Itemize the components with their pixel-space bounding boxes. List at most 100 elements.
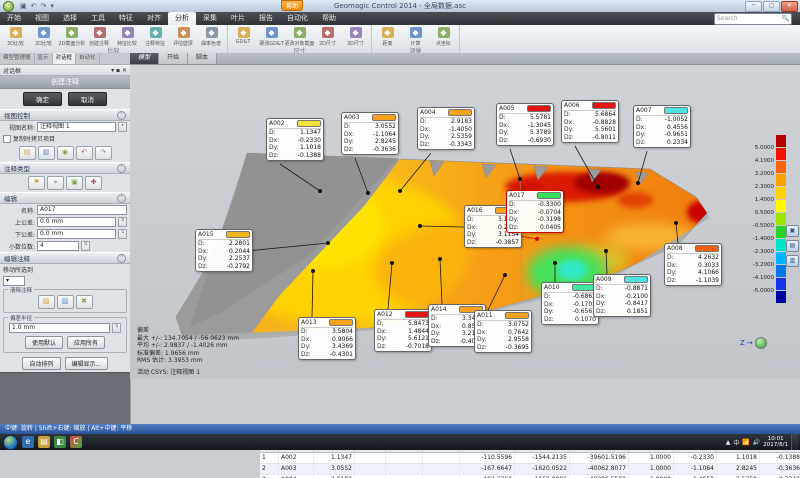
leader-dot-A003[interactable]	[366, 191, 370, 195]
ribbon-button-计算[interactable]: ◆计算	[402, 26, 429, 47]
clear-selected-annotation-icon[interactable]: ▧	[38, 295, 55, 309]
ribbon-button-硬测GD&T[interactable]: ◆硬测GD&T	[258, 26, 285, 47]
ribbon-tab-叶片[interactable]: 叶片	[224, 12, 252, 25]
lower-tol-spinner[interactable]: ⇅	[118, 229, 127, 239]
leader-dot-A016[interactable]	[418, 224, 422, 228]
leader-dot-A014[interactable]	[438, 257, 442, 261]
annotation-label-A006[interactable]: A006D:5.6864Dx:-0.8828Dy:5.5601Dz:-0.801…	[561, 100, 619, 143]
volume-icon[interactable]: 🔊	[753, 439, 760, 446]
view-option-icon[interactable]: ▥	[786, 255, 799, 267]
annotation-label-A007[interactable]: A007D:-1.0052Dx:0.4556Dy:-0.9651Dz:0.233…	[633, 105, 691, 148]
leader-dot-A010[interactable]	[553, 261, 557, 265]
ribbon-button-更改对象截面[interactable]: ◆更改对象截面	[286, 26, 313, 47]
view-option-icon[interactable]: ▤	[786, 240, 799, 252]
capture-view-icon[interactable]: ◉	[57, 146, 74, 160]
restore-view-icon[interactable]: ↶	[76, 146, 93, 160]
annotation-label-A002[interactable]: A002D:1.1347Dx:-0.2330Dy:1.1018Dz:-0.138…	[266, 118, 324, 161]
maximize-button[interactable]: ◻	[763, 1, 780, 12]
upper-tol-field[interactable]: 0.0 mm	[37, 217, 116, 227]
ribbon-button-曲率色谱[interactable]: ◆曲率色谱	[198, 26, 225, 47]
assistant-badge[interactable]: 易助	[281, 0, 303, 11]
ribbon-button-创建注释[interactable]: ◆创建注释	[86, 26, 113, 47]
ribbon-button-GD&T[interactable]: ◆GD&T	[230, 26, 257, 45]
ribbon-button-特征比较[interactable]: ◆特征比较	[114, 26, 141, 47]
ribbon-tab-采集[interactable]: 采集	[196, 12, 224, 25]
section-edit-annotation[interactable]: 编辑注释 ⌃	[0, 252, 130, 264]
taskbar-app-chrome-icon[interactable]: C	[70, 436, 82, 448]
ribbon-button-2D比较[interactable]: ◆2D比较	[30, 26, 57, 47]
tray-expand-icon[interactable]: ▲	[726, 439, 731, 446]
viewport-tab-开始[interactable]: 开始	[159, 53, 188, 64]
annotation-label-A004[interactable]: A004D:2.9183Dx:-1.4050Dy:2.5359Dz:-0.334…	[417, 107, 475, 150]
ribbon-tab-选择[interactable]: 选择	[56, 12, 84, 25]
search-icon[interactable]: 🔍	[782, 14, 789, 24]
ribbon-button-3D比较[interactable]: ◆3D比较	[2, 26, 29, 47]
ribbon-button-2D截面分析[interactable]: ◆2D截面分析	[58, 26, 85, 47]
apply-all-button[interactable]: 应用所有	[67, 336, 105, 349]
ribbon-tab-帮助[interactable]: 帮助	[315, 12, 343, 25]
panel-tab-对话框[interactable]: 对话框	[53, 53, 77, 64]
ribbon-tab-开始[interactable]: 开始	[0, 12, 28, 25]
ribbon-tab-分析[interactable]: 分析	[168, 12, 196, 25]
minimize-button[interactable]: ─	[745, 1, 762, 12]
move-target-select[interactable]: ▾	[3, 276, 25, 286]
collapse-icon[interactable]: ⌃	[117, 254, 126, 263]
taskbar-clock[interactable]: 10:01 2017/8/1	[763, 436, 788, 449]
deviation-annotation-icon[interactable]: ⚑	[28, 176, 45, 190]
deviation-radius-spinner[interactable]: ⇅	[112, 323, 121, 333]
leader-dot-A008[interactable]	[674, 221, 678, 225]
annotation-label-A003[interactable]: A003D:3.0552Dx:-1.1064Dy:2.8245Dz:-0.363…	[341, 112, 399, 155]
next-view-icon[interactable]: ↷	[95, 146, 112, 160]
ribbon-tab-视图[interactable]: 视图	[28, 12, 56, 25]
viewport-tab-脚本[interactable]: 脚本	[188, 53, 217, 64]
panel-tab-显示[interactable]: 显示	[35, 53, 53, 64]
ribbon-tab-自动化[interactable]: 自动化	[280, 12, 315, 25]
section-annotation-type[interactable]: 注释类型 ⌃	[0, 162, 130, 174]
ribbon-button-评估壁厚[interactable]: ◆评估壁厚	[170, 26, 197, 47]
close-button[interactable]: ✕	[781, 1, 798, 12]
collapse-icon[interactable]: ⌃	[117, 164, 126, 173]
taskbar-app-ie-icon[interactable]: e	[22, 436, 34, 448]
clear-page-annotation-icon[interactable]: ▨	[57, 295, 74, 309]
save-all-views-icon[interactable]: ▥	[38, 146, 55, 160]
leader-dot-A017[interactable]	[535, 237, 539, 241]
section-edit[interactable]: 编辑 ⌃	[0, 192, 130, 204]
ribbon-button-注释特征[interactable]: ◆注释特征	[142, 26, 169, 47]
ime-indicator[interactable]: 中	[733, 438, 739, 447]
viewport-tab-模型[interactable]: 模型	[130, 53, 159, 64]
name-field[interactable]: A017	[37, 205, 127, 215]
leader-dot-A006[interactable]	[596, 185, 600, 189]
view-option-icon[interactable]: ▣	[786, 225, 799, 237]
leader-dot-A009[interactable]	[604, 249, 608, 253]
show-desktop-button[interactable]	[791, 434, 798, 450]
annotation-label-A013[interactable]: A013D:3.5804Dx:0.9066Dy:3.4369Dz:-0.4301	[298, 317, 356, 360]
use-default-button[interactable]: 使用默认	[25, 336, 63, 349]
annotation-label-A017[interactable]: A017D:-0.3300Dx:-0.0704Dy:-0.3198Dz:0.04…	[506, 190, 564, 233]
ribbon-button-3D尺寸[interactable]: ◆3D尺寸	[342, 26, 369, 47]
ribbon-tab-工具[interactable]: 工具	[84, 12, 112, 25]
leader-dot-A012[interactable]	[390, 261, 394, 265]
table-row[interactable]: 2A0033.0552-167.6647-1620.0522-40062.807…	[260, 464, 800, 475]
leader-dot-A015[interactable]	[326, 241, 330, 245]
leader-dot-A005[interactable]	[518, 177, 522, 181]
auto-arrange-button[interactable]: 自动排列	[22, 357, 60, 370]
view-name-dropdown-icon[interactable]: ▾	[118, 122, 127, 132]
ribbon-tab-特征[interactable]: 特征	[112, 12, 140, 25]
orientation-triad[interactable]: Z →	[740, 337, 767, 349]
decimals-field[interactable]: 4	[37, 241, 79, 251]
leader-dot-A007[interactable]	[636, 181, 640, 185]
annotation-label-A009[interactable]: A009D:-0.8871Dx:-0.2100Dy:-0.8417Dz:0.18…	[593, 274, 651, 317]
feature-annotation-icon[interactable]: ⌖	[47, 176, 64, 190]
annotation-label-A008[interactable]: A008D:4.2632Dx:0.3033Dy:4.1066Dz:-1.1039	[664, 243, 722, 286]
leader-dot-A002[interactable]	[318, 189, 322, 193]
annotation-label-A011[interactable]: A011D:3.0752Dx:0.7642Dy:2.9558Dz:-0.3695	[474, 310, 532, 353]
edit-display-button[interactable]: 编辑显示...	[65, 357, 108, 370]
3d-canvas[interactable]: 5.00004.10003.20002.30001.40000.5000-0.5…	[130, 65, 800, 379]
collapse-icon[interactable]: ⌃	[117, 111, 126, 120]
decimals-spinner[interactable]: ⇅	[81, 241, 90, 251]
deviation-radius-field[interactable]: 1.0 mm	[9, 323, 110, 333]
ribbon-tab-对齐[interactable]: 对齐	[140, 12, 168, 25]
leader-dot-A013[interactable]	[311, 269, 315, 273]
ok-button[interactable]: 确定	[23, 92, 62, 106]
annotation-label-A005[interactable]: A005D:5.5781Dx:-1.3045Dy:5.3789Dz:-0.693…	[496, 103, 554, 146]
